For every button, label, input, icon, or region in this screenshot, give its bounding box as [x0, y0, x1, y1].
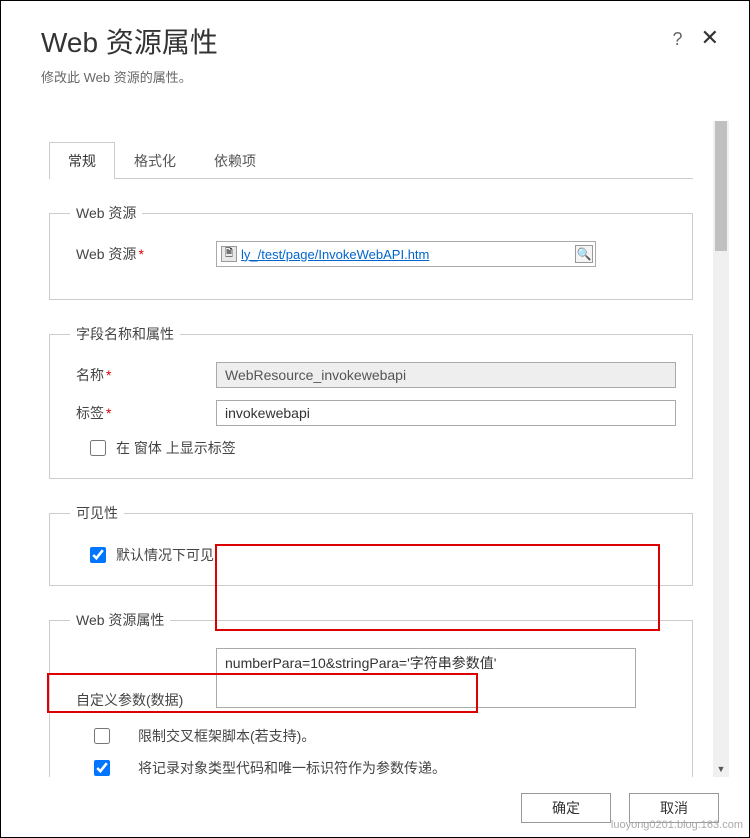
- web-resource-value[interactable]: ly_/test/page/InvokeWebAPI.htm: [241, 247, 575, 262]
- section-web-resource: Web 资源 Web 资源* 🗎 ly_/test/page/InvokeWeb…: [49, 203, 693, 300]
- scroll-down-icon[interactable]: ▼: [713, 761, 729, 777]
- dialog-header: Web 资源属性 ? ✕ 修改此 Web 资源的属性。: [1, 1, 749, 96]
- tag-input[interactable]: [216, 400, 676, 426]
- show-label-checkbox[interactable]: [90, 440, 106, 456]
- scrollbar-thumb[interactable]: [715, 121, 727, 251]
- help-icon[interactable]: ?: [673, 29, 683, 50]
- section-properties: Web 资源属性 自定义参数(数据) 限制交叉框架脚本(若支持)。 将记录对象类…: [49, 610, 693, 777]
- show-label-text: 在 窗体 上显示标签: [116, 438, 236, 458]
- section-field-legend: 字段名称和属性: [70, 324, 180, 344]
- restrict-cross-frame-text: 限制交叉框架脚本(若支持)。: [138, 726, 315, 746]
- close-icon[interactable]: ✕: [701, 25, 719, 51]
- dialog-title: Web 资源属性: [41, 21, 673, 61]
- web-resource-label: Web 资源*: [66, 244, 216, 264]
- watermark: luoyong0201.blog.163.com: [611, 819, 743, 831]
- default-visible-checkbox[interactable]: [90, 547, 106, 563]
- ok-button[interactable]: 确定: [521, 793, 611, 823]
- dialog-content: 常规 格式化 依赖项 Web 资源 Web 资源* 🗎 ly_/test/pag…: [31, 121, 713, 777]
- tab-bar: 常规 格式化 依赖项: [49, 141, 693, 179]
- section-properties-legend: Web 资源属性: [70, 610, 170, 630]
- default-visible-text: 默认情况下可见: [116, 545, 214, 565]
- custom-param-input[interactable]: [216, 648, 636, 708]
- web-resource-lookup[interactable]: 🗎 ly_/test/page/InvokeWebAPI.htm 🔍: [216, 241, 596, 267]
- search-lookup-icon[interactable]: 🔍: [575, 245, 593, 263]
- tag-label: 标签*: [66, 403, 216, 423]
- pass-record-id-text: 将记录对象类型代码和唯一标识符作为参数传递。: [138, 758, 446, 777]
- tab-general[interactable]: 常规: [49, 142, 115, 179]
- web-resource-properties-dialog: Web 资源属性 ? ✕ 修改此 Web 资源的属性。 常规 格式化 依赖项 W…: [1, 1, 749, 837]
- section-field-name: 字段名称和属性 名称* 标签* 在 窗体 上显示标签: [49, 324, 693, 479]
- tab-formatting[interactable]: 格式化: [115, 142, 195, 179]
- restrict-cross-frame-checkbox[interactable]: [94, 728, 110, 744]
- tab-dependencies[interactable]: 依赖项: [195, 142, 275, 179]
- pass-record-id-checkbox[interactable]: [94, 760, 110, 776]
- name-input[interactable]: [216, 362, 676, 388]
- page-icon: 🗎: [221, 246, 237, 262]
- name-label: 名称*: [66, 365, 216, 385]
- section-visibility-legend: 可见性: [70, 503, 124, 523]
- vertical-scrollbar[interactable]: ▲ ▼: [713, 121, 729, 777]
- custom-param-label: 自定义参数(数据): [66, 648, 216, 710]
- section-visibility: 可见性 默认情况下可见: [49, 503, 693, 586]
- dialog-subtitle: 修改此 Web 资源的属性。: [41, 67, 719, 86]
- section-web-resource-legend: Web 资源: [70, 203, 142, 223]
